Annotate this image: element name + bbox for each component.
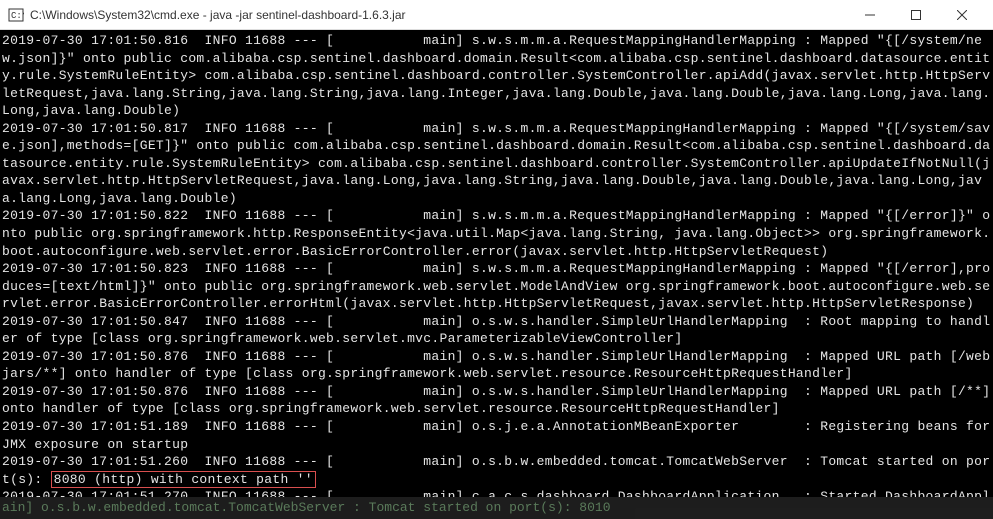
log-line: 2019-07-30 17:01:50.876 INFO 11688 --- [… — [2, 348, 991, 383]
cmd-icon: C:\ — [8, 7, 24, 23]
log-line: 2019-07-30 17:01:50.816 INFO 11688 --- [… — [2, 32, 991, 120]
log-line: 2019-07-30 17:01:50.817 INFO 11688 --- [… — [2, 120, 991, 208]
log-line: 2019-07-30 17:01:51.260 INFO 11688 --- [… — [2, 453, 991, 488]
maximize-button[interactable] — [893, 0, 939, 30]
log-line: 2019-07-30 17:01:51.270 INFO 11688 --- [… — [2, 488, 991, 497]
window-controls — [847, 0, 985, 30]
window-titlebar: C:\ C:\Windows\System32\cmd.exe - java -… — [0, 0, 993, 30]
log-line: 2019-07-30 17:01:51.189 INFO 11688 --- [… — [2, 418, 991, 453]
log-line: 2019-07-30 17:01:50.876 INFO 11688 --- [… — [2, 383, 991, 418]
terminal-output[interactable]: 2019-07-30 17:01:50.816 INFO 11688 --- [… — [0, 30, 993, 497]
svg-text:C:\: C:\ — [11, 11, 24, 21]
background-shadow-text: ain] o.s.b.w.embedded.tomcat.TomcatWebSe… — [0, 497, 993, 519]
minimize-button[interactable] — [847, 0, 893, 30]
log-line: 2019-07-30 17:01:50.823 INFO 11688 --- [… — [2, 260, 991, 313]
log-line: 2019-07-30 17:01:50.847 INFO 11688 --- [… — [2, 313, 991, 348]
close-button[interactable] — [939, 0, 985, 30]
window-title: C:\Windows\System32\cmd.exe - java -jar … — [30, 8, 406, 22]
highlighted-port: 8080 (http) with context path '' — [51, 471, 316, 488]
log-line: 2019-07-30 17:01:50.822 INFO 11688 --- [… — [2, 207, 991, 260]
